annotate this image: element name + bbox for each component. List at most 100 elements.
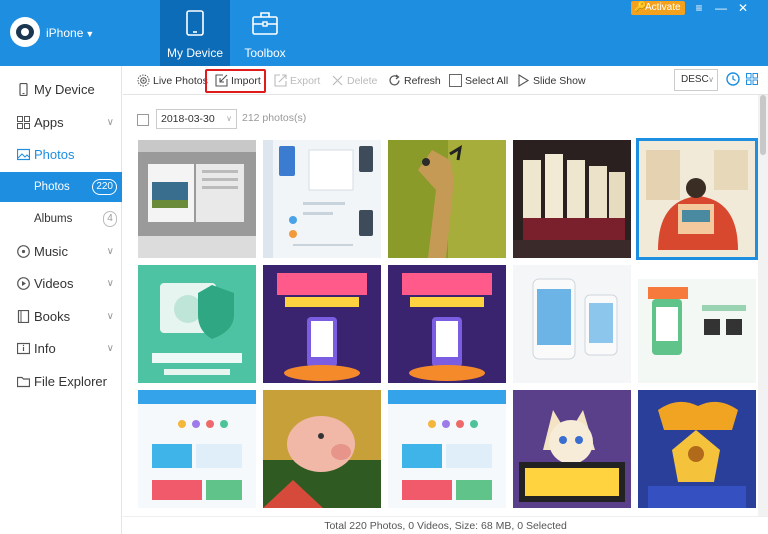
delete-button[interactable]: Delete xyxy=(331,71,377,91)
delete-icon xyxy=(332,75,343,86)
photo-818-promo xyxy=(263,265,381,383)
chevron-down-icon: ∨ xyxy=(106,246,114,257)
photo-phone-mockup xyxy=(513,265,631,383)
app-header: iPhone ▼ My Device Toolbox 🔑 Activate ≡ — … xyxy=(0,0,768,66)
photo-count: 212 photos(s) xyxy=(242,112,307,124)
photo-dessert-cups xyxy=(513,140,631,258)
tab-toolbox[interactable]: Toolbox xyxy=(230,0,300,66)
photo-piggy xyxy=(263,390,381,508)
chevron-down-icon: ∨ xyxy=(106,311,114,322)
sidebar-item-label: Apps xyxy=(34,115,64,130)
close-icon[interactable]: ✕ xyxy=(734,0,752,16)
device-selector[interactable]: iPhone ▼ xyxy=(46,26,94,40)
sidebar-item-file-explorer[interactable]: File Explorer xyxy=(0,366,122,398)
activate-label: Activate xyxy=(645,2,681,13)
photo-thumbnail[interactable] xyxy=(388,265,506,383)
import-label: Import xyxy=(231,75,261,87)
slide-show-button[interactable]: Slide Show xyxy=(517,71,586,91)
toolbox-icon xyxy=(252,12,278,35)
photo-thumbnail[interactable] xyxy=(638,265,756,383)
photo-brochure xyxy=(138,140,256,258)
sidebar-item-videos[interactable]: Videos ∨ xyxy=(0,268,122,300)
count-badge: 220 xyxy=(92,179,117,195)
clock-view-icon[interactable] xyxy=(726,72,740,86)
app-logo-icon xyxy=(10,17,40,47)
import-icon xyxy=(215,74,228,87)
date-select[interactable]: 2018-03-30 ∨ xyxy=(156,109,237,129)
photo-shop-illustration xyxy=(638,265,756,383)
sort-order-select[interactable]: DESC ∨ xyxy=(674,69,718,91)
date-value: 2018-03-30 xyxy=(161,113,215,125)
sidebar-item-label: My Device xyxy=(34,82,95,97)
photo-thumbnail[interactable] xyxy=(388,390,506,508)
book-icon xyxy=(17,310,30,323)
chevron-down-icon: ∨ xyxy=(106,117,114,128)
photo-gem-game xyxy=(638,390,756,508)
sidebar-item-label: Videos xyxy=(34,276,74,291)
sidebar-item-apps[interactable]: Apps ∨ xyxy=(0,107,122,139)
menu-icon[interactable]: ≡ xyxy=(690,0,708,16)
photo-thumbnail[interactable] xyxy=(263,140,381,258)
photo-thumbnail[interactable] xyxy=(263,390,381,508)
sidebar-item-my-device[interactable]: My Device xyxy=(0,74,122,106)
photo-cat-game xyxy=(513,390,631,508)
apps-icon xyxy=(17,116,30,129)
minimize-icon[interactable]: — xyxy=(712,0,730,16)
checkbox-icon xyxy=(449,74,462,87)
photo-thumbnail[interactable] xyxy=(388,140,506,258)
photo-thumbnail-selected[interactable] xyxy=(636,138,758,260)
sidebar-item-books[interactable]: Books ∨ xyxy=(0,301,122,333)
tab-label: Toolbox xyxy=(244,46,286,60)
refresh-button[interactable]: Refresh xyxy=(388,71,441,91)
sidebar-item-photos[interactable]: Photos xyxy=(0,139,122,171)
phone-icon xyxy=(19,83,28,96)
photo-security-illustration xyxy=(138,265,256,383)
scrollbar-thumb[interactable] xyxy=(760,95,766,155)
sidebar-item-music[interactable]: Music ∨ xyxy=(0,236,122,268)
import-button[interactable]: Import xyxy=(215,71,261,91)
activate-button[interactable]: 🔑 Activate xyxy=(631,1,685,15)
photo-grid-area: 2018-03-30 ∨ 212 photos(s) xyxy=(123,95,758,516)
sidebar-item-info[interactable]: Info ∨ xyxy=(0,333,122,365)
photo-giraffe xyxy=(388,140,506,258)
delete-label: Delete xyxy=(347,75,378,87)
photo-app-layout xyxy=(388,390,506,508)
caret-down-icon: ▼ xyxy=(85,29,95,39)
play-icon xyxy=(17,277,30,290)
image-icon xyxy=(17,148,30,161)
vertical-scrollbar[interactable] xyxy=(758,95,768,516)
export-button[interactable]: Export xyxy=(274,71,320,91)
tab-label: My Device xyxy=(166,46,223,60)
select-all-label: Select All xyxy=(465,75,509,87)
info-icon xyxy=(17,342,30,355)
refresh-icon xyxy=(389,74,400,86)
select-all-button[interactable]: Select All xyxy=(449,71,508,91)
photo-thumbnail[interactable] xyxy=(138,265,256,383)
sidebar-subitem-photos[interactable]: Photos 220 xyxy=(0,172,122,202)
photo-app-layout xyxy=(138,390,256,508)
photo-thumbnail[interactable] xyxy=(513,390,631,508)
photo-illustration-reading xyxy=(638,140,756,258)
grid-view-icon[interactable] xyxy=(746,73,758,85)
slide-show-label: Slide Show xyxy=(533,75,586,87)
photo-thumbnail[interactable] xyxy=(638,390,756,508)
sidebar-subitem-albums[interactable]: Albums 4 xyxy=(0,204,122,234)
photo-thumbnail[interactable] xyxy=(263,265,381,383)
refresh-label: Refresh xyxy=(404,75,441,87)
photo-thumbnail[interactable] xyxy=(138,390,256,508)
sidebar-item-label: Albums xyxy=(34,213,73,225)
chevron-down-icon: ∨ xyxy=(106,278,114,289)
photo-thumbnail[interactable] xyxy=(513,265,631,383)
export-icon xyxy=(274,74,287,87)
sidebar-item-label: Music xyxy=(34,244,68,259)
photo-thumbnail[interactable] xyxy=(513,140,631,258)
play-outline-icon xyxy=(518,74,530,87)
live-photos-button[interactable]: Live Photos xyxy=(137,71,208,91)
photo-thumbnail[interactable] xyxy=(138,140,256,258)
export-label: Export xyxy=(290,75,321,87)
caret-down-icon: ∨ xyxy=(226,114,232,123)
photo-app-wireframe xyxy=(263,140,381,258)
date-group-checkbox[interactable] xyxy=(137,114,149,126)
folder-icon xyxy=(17,376,30,388)
tab-my-device[interactable]: My Device xyxy=(160,0,230,66)
